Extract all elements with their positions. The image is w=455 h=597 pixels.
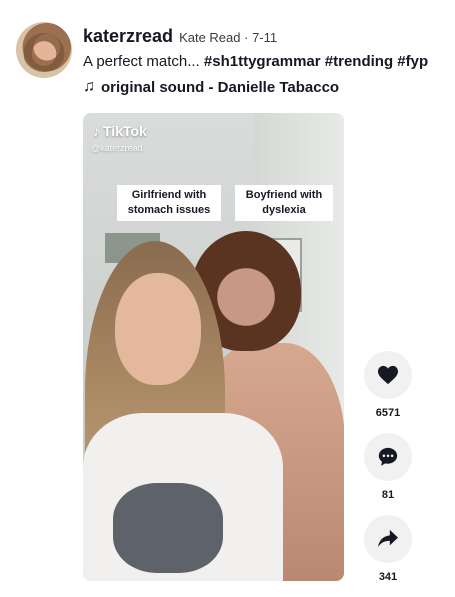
author-row: katerzread Kate Read · 7-11 xyxy=(83,26,447,47)
share-count: 341 xyxy=(378,571,398,583)
video-shirt-print xyxy=(113,483,223,573)
author-nickname: Kate Read xyxy=(179,30,241,45)
comment-action: 81 xyxy=(362,433,414,501)
hashtag-link[interactable]: #fyp xyxy=(397,53,428,70)
like-button[interactable] xyxy=(364,351,412,399)
avatar-image xyxy=(22,28,66,72)
video-person-girl-face xyxy=(115,273,201,385)
post-date: 7-11 xyxy=(252,30,278,45)
tiktok-watermark: ♪ TikTok xyxy=(93,123,147,139)
video-handle: @katerzread xyxy=(91,143,143,153)
share-button[interactable] xyxy=(364,515,412,563)
like-count: 6571 xyxy=(375,407,401,419)
share-arrow-icon xyxy=(378,529,398,548)
post-caption: A perfect match... #sh1ttygrammar #trend… xyxy=(83,53,447,70)
author-avatar[interactable] xyxy=(16,22,72,78)
author-meta: Kate Read · 7-11 xyxy=(179,29,277,47)
author-username[interactable]: katerzread xyxy=(83,26,173,47)
hashtag-link[interactable]: #trending xyxy=(325,53,393,70)
video-overlay-text-right: Boyfriend with dyslexia xyxy=(235,185,333,221)
caption-text: A perfect match... xyxy=(83,53,204,70)
music-title: original sound - Danielle Tabacco xyxy=(101,78,340,96)
like-action: 6571 xyxy=(362,351,414,419)
tiktok-watermark-text: TikTok xyxy=(103,123,147,139)
tiktok-logo-icon: ♪ xyxy=(93,123,100,139)
comment-icon xyxy=(378,447,398,466)
separator: · xyxy=(240,30,253,45)
post-header: katerzread Kate Read · 7-11 A perfect ma… xyxy=(83,26,447,96)
share-action: 341 xyxy=(362,515,414,583)
comment-count: 81 xyxy=(381,489,395,501)
hashtag-link[interactable]: #sh1ttygrammar xyxy=(204,53,321,70)
comment-button[interactable] xyxy=(364,433,412,481)
heart-icon xyxy=(378,365,398,385)
action-bar: 6571 81 341 xyxy=(362,351,414,597)
music-note-icon: ♫ xyxy=(83,78,95,95)
video-player[interactable]: ♪ TikTok @katerzread Girlfriend with sto… xyxy=(83,113,344,581)
music-link[interactable]: ♫ original sound - Danielle Tabacco xyxy=(83,78,447,96)
video-overlay-text-left: Girlfriend with stomach issues xyxy=(117,185,221,221)
